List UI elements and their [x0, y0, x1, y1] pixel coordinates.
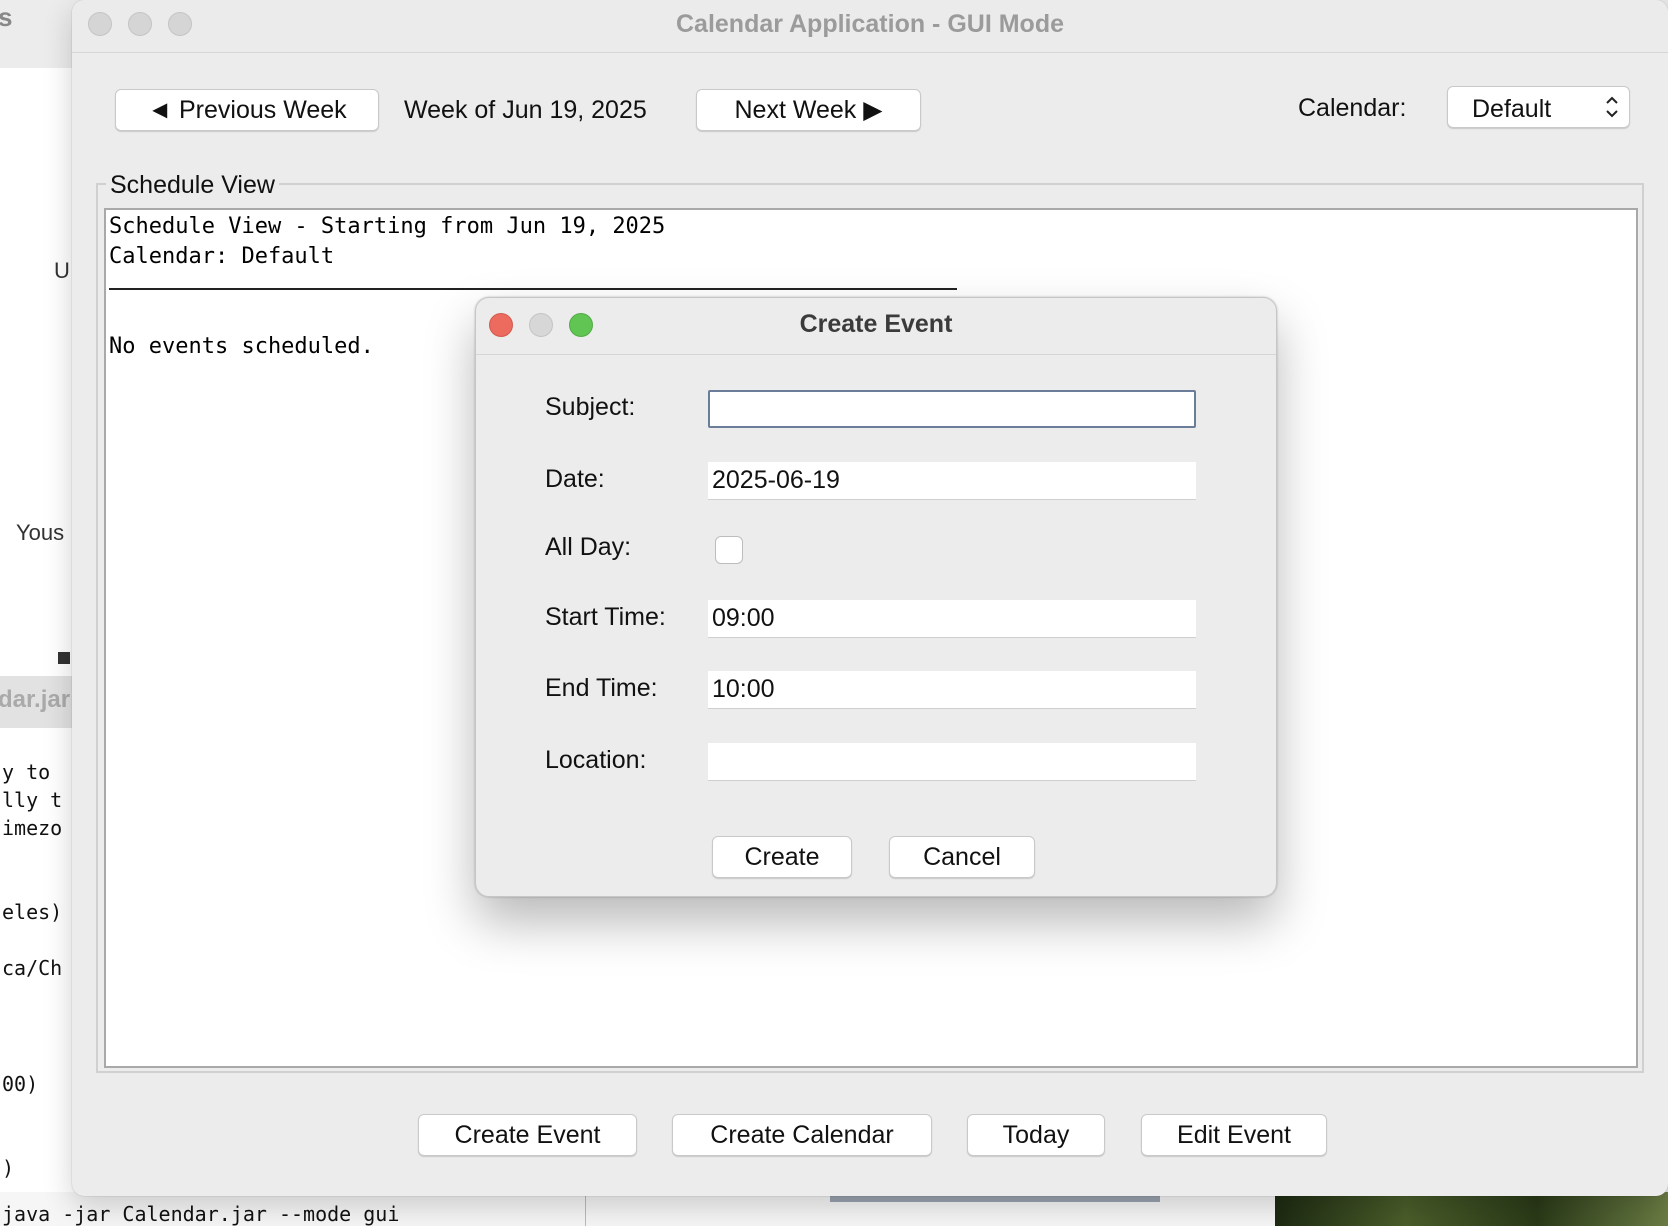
start-time-field[interactable]: 09:00	[708, 600, 1196, 638]
edit-event-button[interactable]: Edit Event	[1141, 1114, 1327, 1156]
create-button[interactable]: Create	[712, 836, 852, 878]
dialog-title: Create Event	[799, 310, 953, 338]
create-event-dialog: Create Event Subject: Date: 2025-06-19 A…	[475, 297, 1277, 897]
all-day-checkbox[interactable]	[715, 536, 743, 564]
terminal-line: imezo	[2, 816, 63, 840]
background-divider	[585, 1192, 586, 1226]
create-event-button[interactable]: Create Event	[418, 1114, 637, 1156]
date-label: Date:	[545, 465, 605, 493]
calendar-select-value: Default	[1472, 95, 1552, 123]
subject-field[interactable]	[708, 390, 1196, 428]
desktop-wallpaper	[1275, 1192, 1668, 1226]
window-title: Calendar Application - GUI Mode	[676, 10, 1064, 38]
background-window: s U Yous dar.jar y to lly t imezo eles) …	[0, 0, 80, 1226]
background-text-yous: Yous	[16, 520, 65, 545]
dialog-titlebar: Create Event	[476, 298, 1276, 355]
background-title-fragment: s	[0, 2, 13, 32]
end-time-field[interactable]: 10:00	[708, 671, 1196, 709]
terminal-line: 00)	[2, 1072, 39, 1096]
all-day-label: All Day:	[545, 533, 632, 561]
terminal-line: eles)	[2, 900, 63, 924]
start-time-label: Start Time:	[545, 603, 666, 631]
main-titlebar: Calendar Application - GUI Mode	[72, 0, 1668, 53]
create-calendar-button[interactable]: Create Calendar	[672, 1114, 932, 1156]
next-week-button[interactable]: Next Week ▶	[696, 89, 921, 131]
previous-week-button[interactable]: ◄ Previous Week	[115, 89, 379, 131]
location-field[interactable]	[708, 743, 1196, 781]
background-text-u: U	[54, 258, 70, 283]
terminal-line: y to	[2, 760, 51, 784]
calendar-label: Calendar:	[1298, 94, 1407, 122]
subject-label: Subject:	[545, 393, 636, 421]
terminal-tab[interactable]: dar.jar	[0, 676, 80, 728]
background-bottom-strip: java -jar Calendar.jar --mode gui	[0, 1192, 1668, 1226]
background-square-icon	[58, 652, 70, 664]
select-chevron-icon	[1606, 96, 1618, 118]
calendar-select[interactable]: Default	[1447, 86, 1630, 128]
date-field[interactable]: 2025-06-19	[708, 462, 1196, 500]
terminal-line: lly t	[2, 788, 63, 812]
terminal-line: )	[2, 1156, 15, 1180]
location-label: Location:	[545, 746, 647, 774]
schedule-view-legend: Schedule View	[106, 171, 279, 200]
end-time-label: End Time:	[545, 674, 658, 702]
week-label: Week of Jun 19, 2025	[404, 96, 647, 124]
schedule-separator	[109, 288, 957, 290]
schedule-calendar-line: Calendar: Default	[109, 244, 335, 269]
terminal-line: ca/Ch	[2, 956, 63, 980]
today-button[interactable]: Today	[967, 1114, 1105, 1156]
terminal-command: java -jar Calendar.jar --mode gui	[2, 1202, 400, 1226]
empty-schedule-message: No events scheduled.	[109, 334, 374, 359]
schedule-header-line: Schedule View - Starting from Jun 19, 20…	[109, 214, 666, 239]
cancel-button[interactable]: Cancel	[889, 836, 1035, 878]
